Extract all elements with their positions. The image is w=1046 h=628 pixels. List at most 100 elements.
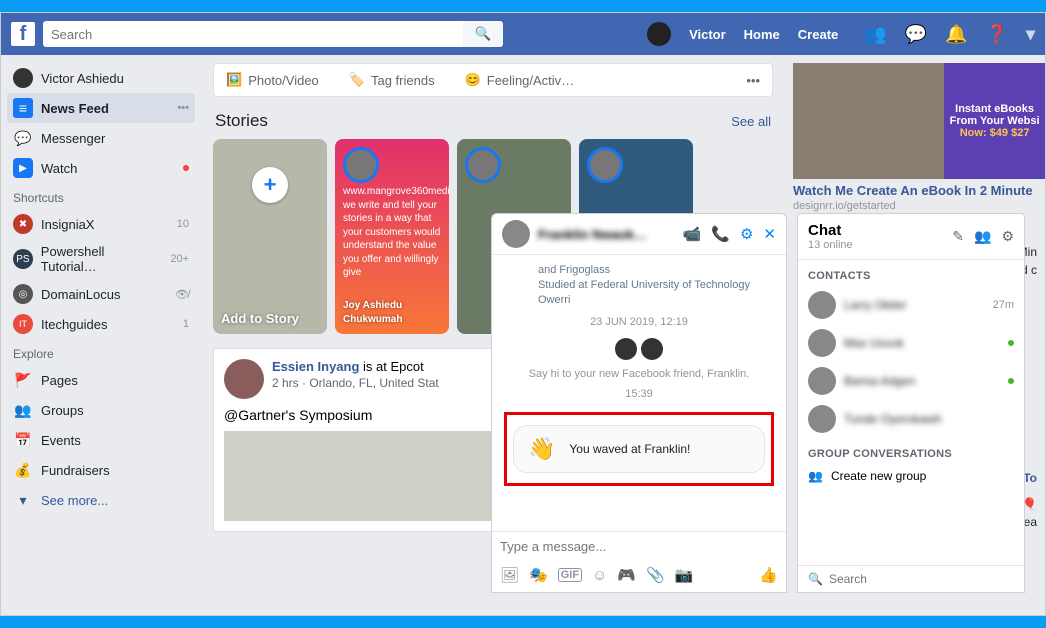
story-avatar [465, 147, 501, 183]
composer: 🖼️Photo/Video 🏷️Tag friends 😊Feeling/Act… [213, 63, 773, 97]
attachment-icon[interactable]: 📎 [646, 566, 665, 584]
sidebar-watch[interactable]: ▶ Watch [7, 153, 195, 183]
messenger-conversation: Franklin Nwaok… 📹 📞 ⚙ ✕ and FrigoglassSt… [491, 213, 787, 593]
help-icon[interactable]: ❓ [986, 24, 1008, 45]
composer-photo[interactable]: 🖼️Photo/Video [226, 72, 319, 88]
nav-create[interactable]: Create [798, 27, 838, 42]
shortcut-insigniax[interactable]: ✖InsigniaX10 [7, 209, 195, 239]
video-call-icon[interactable]: 📹 [683, 225, 702, 243]
wave-highlight: 👋 You waved at Franklin! [504, 412, 774, 486]
shortcut-itechguides[interactable]: ITItechguides1 [7, 309, 195, 339]
composer-more[interactable]: ••• [746, 73, 760, 88]
chat-search-input[interactable] [829, 572, 1014, 586]
shortcut-icon: ✖ [13, 214, 33, 234]
sidebar-groups[interactable]: 👥Groups [7, 395, 195, 425]
sidebar-pages[interactable]: 🚩Pages [7, 365, 195, 395]
sidebar-news-feed[interactable]: ≡News Feed••• [7, 93, 195, 123]
contact-avatar [808, 367, 836, 395]
left-sidebar: Victor Ashiedu ≡News Feed••• 💬Messenger … [1, 55, 201, 615]
top-avatar[interactable] [647, 22, 671, 46]
close-icon[interactable]: ✕ [763, 225, 776, 243]
gear-icon[interactable]: ⚙ [1001, 228, 1014, 245]
profile-avatar-icon [13, 68, 33, 88]
composer-tag[interactable]: 🏷️Tag friends [349, 72, 435, 88]
conversation-avatar[interactable] [502, 220, 530, 248]
wave-icon: 👋 [528, 436, 555, 462]
wave-text: You waved at Franklin! [569, 442, 690, 456]
sidebar-profile-label: Victor Ashiedu [41, 71, 124, 86]
explore-heading: Explore [7, 339, 195, 365]
settings-icon[interactable]: ⚙ [740, 225, 753, 243]
contact-item[interactable]: Barisa Adgen [798, 362, 1024, 400]
camera-icon[interactable]: 📷 [675, 566, 694, 584]
contact-name: Larry Okiter [844, 298, 907, 312]
watch-icon: ▶ [13, 158, 33, 178]
story-avatar [587, 147, 623, 183]
story-add[interactable]: + Add to Story [213, 139, 327, 334]
story-item[interactable]: www.mangrove360media.com we write and te… [335, 139, 449, 334]
contact-avatar [808, 329, 836, 357]
contact-avatar [808, 405, 836, 433]
shortcut-powershell[interactable]: PSPowershell Tutorial…20+ [7, 239, 195, 279]
msg-avatar [641, 338, 663, 360]
chat-pane: Chat 13 online ✎ 👥 ⚙ CONTACTS Larry Okit… [797, 213, 1025, 593]
post-context: is at Epcot [363, 359, 424, 374]
nav-home[interactable]: Home [744, 27, 780, 42]
more-icon[interactable]: ••• [177, 102, 189, 114]
contact-item[interactable]: Tunde Oyerokawh [798, 400, 1024, 438]
notifications-icon[interactable]: 🔔 [945, 24, 967, 45]
like-icon[interactable]: 👍 [759, 566, 778, 584]
wave-message: 👋 You waved at Franklin! [513, 425, 765, 473]
compose-icon[interactable]: ✎ [952, 228, 964, 245]
hidden-icon: 👁︎̸ [175, 288, 189, 301]
games-icon[interactable]: 🎮 [617, 566, 636, 584]
post-author[interactable]: Essien Inyang [272, 359, 359, 374]
facebook-logo[interactable]: f [11, 22, 35, 46]
dropdown-icon[interactable]: ▾ [1026, 24, 1035, 45]
ad-subtitle: designrr.io/getstarted [793, 200, 1045, 212]
friend-requests-icon[interactable]: 👥 [864, 24, 886, 45]
sidebar-events[interactable]: 📅Events [7, 425, 195, 455]
fundraisers-icon: 💰 [13, 460, 33, 480]
messages-icon[interactable]: 💬 [905, 24, 927, 45]
contact-item[interactable]: Larry Okiter27m [798, 286, 1024, 324]
create-group-icon: 👥 [808, 469, 823, 483]
message-input[interactable] [500, 539, 778, 554]
contact-item[interactable]: Max Usook [798, 324, 1024, 362]
ad-title[interactable]: Watch Me Create An eBook In 2 Minute [793, 183, 1045, 200]
message-hint: Say hi to your new Facebook friend, Fran… [502, 368, 776, 380]
ad-image[interactable]: Instant eBooks From Your Websi Now: $49 … [793, 63, 1045, 179]
sticker-icon[interactable]: 🎭 [529, 566, 548, 584]
sidebar-news-feed-label: News Feed [41, 101, 109, 116]
top-user-name[interactable]: Victor [689, 27, 726, 42]
chat-subtitle: 13 online [808, 239, 853, 251]
voice-call-icon[interactable]: 📞 [711, 225, 730, 243]
composer-feeling[interactable]: 😊Feeling/Activ… [465, 72, 575, 88]
shortcut-icon: ◎ [13, 284, 33, 304]
sidebar-fundraisers[interactable]: 💰Fundraisers [7, 455, 195, 485]
chevron-down-icon: ▾ [13, 490, 33, 510]
add-story-icon: + [252, 167, 288, 203]
shortcut-domainlocus[interactable]: ◎DomainLocus👁︎̸ [7, 279, 195, 309]
sidebar-watch-label: Watch [41, 161, 77, 176]
messenger-header: Franklin Nwaok… 📹 📞 ⚙ ✕ [492, 214, 786, 255]
story-avatar [343, 147, 379, 183]
conversation-name[interactable]: Franklin Nwaok… [538, 227, 647, 242]
contact-avatar [808, 291, 836, 319]
sidebar-see-more[interactable]: ▾See more... [7, 485, 195, 515]
events-icon: 📅 [13, 430, 33, 450]
sidebar-profile[interactable]: Victor Ashiedu [7, 63, 195, 93]
search-icon: 🔍 [808, 572, 823, 586]
search-input[interactable] [43, 21, 463, 47]
gif-icon[interactable]: GIF [558, 568, 582, 582]
stories-see-all[interactable]: See all [731, 114, 771, 129]
online-dot [1008, 340, 1014, 346]
sidebar-messenger[interactable]: 💬Messenger [7, 123, 195, 153]
create-group[interactable]: 👥Create new group [798, 464, 1024, 488]
gallery-icon[interactable]: 🖼 [500, 566, 519, 584]
group-icon[interactable]: 👥 [974, 228, 991, 245]
emoji-icon[interactable]: ☺ [592, 567, 607, 584]
post-avatar[interactable] [224, 359, 264, 399]
search-button[interactable]: 🔍 [463, 21, 503, 47]
pages-icon: 🚩 [13, 370, 33, 390]
